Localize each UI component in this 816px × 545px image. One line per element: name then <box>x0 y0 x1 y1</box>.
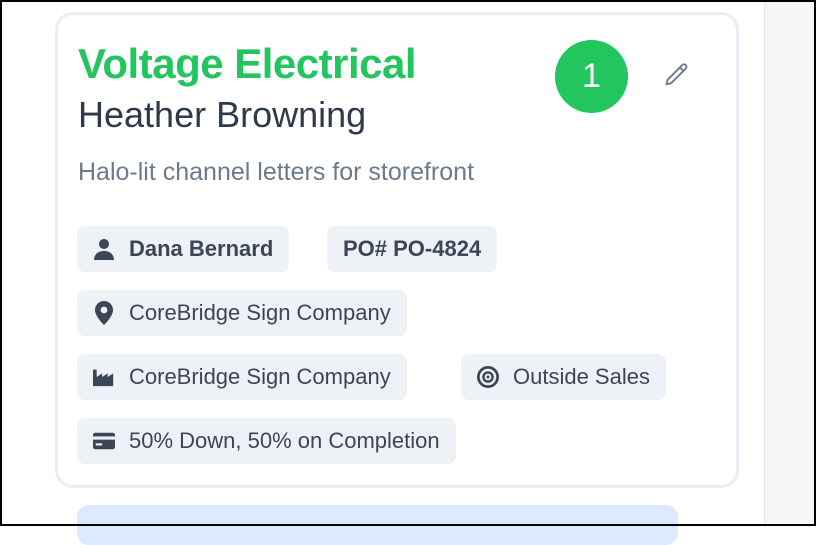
chip-label: Dana Bernard <box>129 236 274 261</box>
chip-payment-terms[interactable]: 50% Down, 50% on Completion <box>77 418 456 464</box>
factory-icon <box>93 366 115 388</box>
contact-name: Heather Browning <box>78 94 367 135</box>
pencil-icon <box>663 61 691 89</box>
chip-label: Outside Sales <box>513 364 650 389</box>
target-icon <box>477 366 499 388</box>
edit-button[interactable] <box>656 57 698 93</box>
side-panel <box>764 2 815 524</box>
order-description: Halo-lit channel letters for storefront <box>78 158 475 186</box>
map-pin-icon <box>93 301 115 325</box>
chip-po-number[interactable]: PO# PO-4824 <box>327 226 498 272</box>
company-name[interactable]: Voltage Electrical <box>78 40 417 88</box>
credit-card-icon <box>93 430 115 452</box>
chip-salesperson[interactable]: Dana Bernard <box>77 226 290 272</box>
chip-label: CoreBridge Sign Company <box>129 300 391 325</box>
chip-label: CoreBridge Sign Company <box>129 364 391 389</box>
next-card-preview[interactable] <box>77 505 678 545</box>
count-badge: 1 <box>555 40 628 113</box>
user-icon <box>93 238 115 260</box>
chip-label: PO# PO-4824 <box>343 236 482 261</box>
chip-location[interactable]: CoreBridge Sign Company <box>77 290 407 336</box>
chip-label: 50% Down, 50% on Completion <box>129 428 440 453</box>
chip-company[interactable]: CoreBridge Sign Company <box>77 354 407 400</box>
chip-origin[interactable]: Outside Sales <box>461 354 666 400</box>
